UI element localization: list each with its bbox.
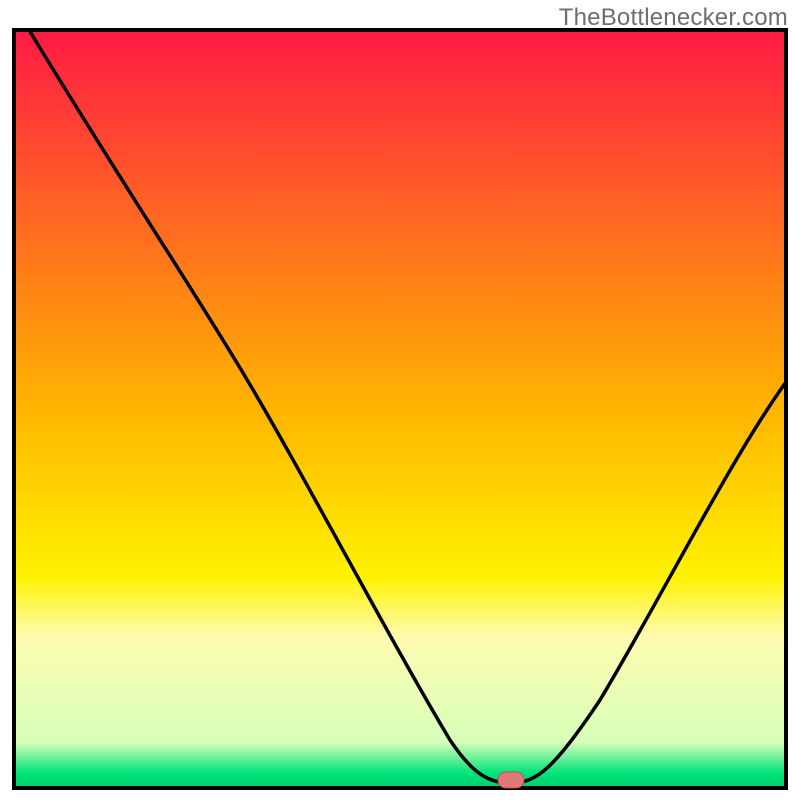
chart-svg (0, 0, 800, 800)
optimum-marker (498, 772, 524, 788)
bottleneck-chart: TheBottlenecker.com (0, 0, 800, 800)
gradient-background (14, 30, 786, 788)
attribution-label: TheBottlenecker.com (559, 4, 788, 32)
plot-area (14, 30, 786, 788)
